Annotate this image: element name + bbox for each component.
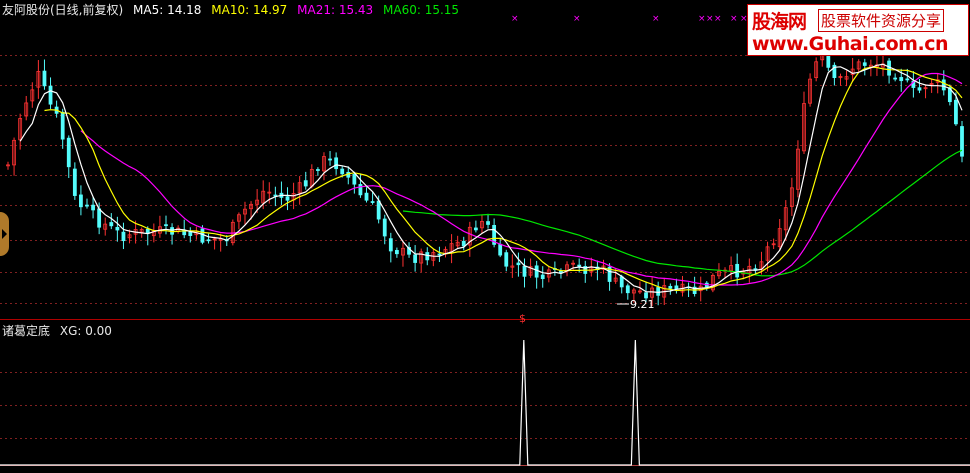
signal-mark: × — [698, 14, 706, 24]
indicator-grid — [0, 372, 970, 466]
indicator-header: 诸葛定底 XG: 0.00 — [2, 322, 118, 339]
xg-signal-line — [0, 339, 970, 466]
candle-body — [862, 62, 867, 66]
candlestick-series — [6, 39, 964, 307]
candle-body — [534, 265, 539, 278]
watermark-brand: 股海网 — [752, 11, 807, 33]
candle-body — [625, 285, 630, 294]
candle-body — [954, 99, 958, 125]
ma5-line — [19, 63, 963, 294]
candle-body — [522, 265, 527, 277]
candle-body — [905, 78, 910, 81]
candle-body — [364, 192, 369, 201]
candle-body — [668, 285, 673, 289]
ma5-label: MA5: 14.18 — [133, 3, 202, 17]
ma60-label: MA60: 15.15 — [383, 3, 460, 17]
signal-mark: × — [652, 14, 660, 24]
ma21-label: MA21: 15.43 — [297, 3, 374, 17]
scroll-left-handle[interactable] — [0, 212, 9, 256]
signal-mark: × — [511, 14, 519, 24]
candle-body — [285, 196, 290, 201]
candle-body — [79, 194, 83, 208]
candle-body — [200, 228, 205, 243]
candle-body — [437, 253, 442, 256]
candle-body — [303, 180, 308, 187]
watermark-tagline: 股票软件资源分享 — [818, 9, 945, 32]
candle-body — [121, 231, 126, 242]
candle-body — [735, 263, 740, 278]
ma21-line — [80, 72, 963, 286]
candle-body — [425, 252, 430, 261]
candle-body — [315, 169, 320, 171]
signal-mark: × — [730, 14, 738, 24]
candle-body — [66, 137, 71, 168]
ma10-label: MA10: 14.97 — [211, 3, 288, 17]
indicator-value: XG: 0.00 — [59, 324, 112, 338]
candle-body — [893, 77, 898, 80]
chart-header: 友阿股份(日线,前复权) MA5: 14.18 MA10: 14.97 MA21… — [2, 1, 465, 18]
candle-body — [115, 226, 120, 231]
signal-mark: × — [573, 14, 581, 24]
candle-body — [899, 77, 904, 82]
candle-body — [498, 243, 503, 256]
signal-mark: × — [706, 14, 714, 24]
candle-body — [376, 200, 381, 220]
candle-body — [941, 79, 946, 91]
candle-body — [960, 126, 964, 157]
candle-body — [358, 184, 363, 196]
candle-body — [206, 239, 211, 242]
candle-body — [540, 274, 545, 280]
low-price-value: 9.21 — [630, 298, 655, 311]
candle-body — [619, 276, 624, 288]
candle-body — [473, 227, 478, 231]
candle-body — [917, 87, 922, 91]
candle-body — [340, 168, 345, 175]
candle-body — [97, 208, 102, 228]
candle-body — [109, 222, 114, 227]
candle-body — [164, 224, 168, 227]
candle-body — [188, 231, 193, 236]
signal-mark: × — [714, 14, 722, 24]
ma10-line — [44, 66, 963, 292]
price-grid — [0, 55, 970, 304]
candle-body — [577, 264, 582, 267]
candle-body — [352, 173, 357, 185]
candle-body — [370, 201, 375, 203]
candle-body — [60, 111, 65, 140]
candle-body — [388, 238, 393, 252]
candle-body — [486, 221, 490, 225]
low-price-label: 9.21 — [617, 298, 655, 311]
top-signal-marks: ×××××××××× — [511, 14, 774, 24]
candle-body — [516, 262, 521, 266]
candle-body — [328, 158, 332, 161]
indicator-title[interactable]: 诸葛定底 — [2, 324, 50, 338]
candle-body — [85, 204, 89, 207]
watermark-url: www.Guhai.com.cn — [752, 33, 948, 55]
ma60-line — [402, 149, 963, 277]
candle-body — [656, 287, 661, 296]
signal-marker: $ — [519, 312, 526, 325]
watermark-logo: 股海网 股票软件资源分享 www.Guhai.com.cn — [747, 4, 969, 56]
candle-body — [91, 204, 95, 211]
candle-body — [394, 250, 399, 255]
candle-body — [887, 60, 891, 76]
candle-body — [504, 252, 509, 267]
chart-canvas: ×××××××××× $ 9.21 — [0, 14, 970, 466]
candle-body — [42, 70, 47, 87]
stock-title[interactable]: 友阿股份(日线,前复权) — [2, 3, 123, 17]
candle-body — [413, 254, 418, 263]
candle-body — [461, 240, 466, 247]
candle-body — [72, 168, 77, 196]
candle-body — [48, 85, 53, 105]
candle-body — [334, 157, 339, 170]
candle-body — [382, 218, 387, 237]
